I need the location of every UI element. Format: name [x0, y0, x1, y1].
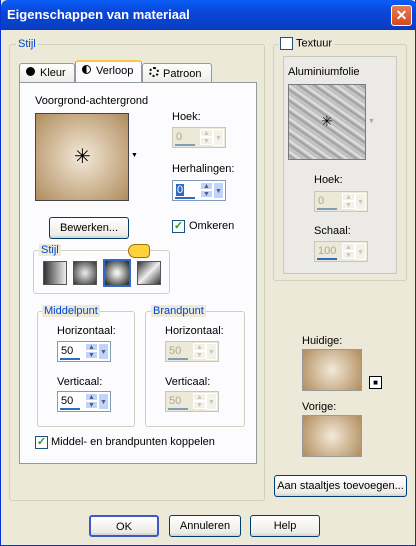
previous-swatch[interactable]: [302, 415, 362, 457]
angle-value: 0: [176, 131, 183, 143]
stepper-bar: [317, 258, 337, 260]
texture-label: Textuur: [296, 37, 333, 50]
invert-checkbox[interactable]: ✓: [172, 220, 185, 233]
add-to-swatches-button[interactable]: Aan staaltjes toevoegen...: [274, 475, 407, 497]
focal-group-title: Brandpunt: [151, 305, 206, 317]
tab-kleur[interactable]: Kleur: [19, 63, 75, 83]
gradient-label: Voorgrond-achtergrond: [35, 95, 149, 107]
angle-stepper[interactable]: 0 ▲ ▼ ▼: [172, 127, 226, 148]
close-button[interactable]: ✕: [391, 5, 412, 26]
gradient-preview[interactable]: ✳: [35, 113, 129, 201]
stepper-bar: [168, 358, 188, 360]
hand-pointer-icon: [128, 244, 150, 258]
stepper-arrows: ▲ ▼ ▼: [200, 182, 224, 199]
half-circle-icon: [82, 65, 91, 74]
center-h-label: Horizontaal:: [57, 325, 116, 337]
center-v-stepper[interactable]: 50 ▲ ▼ ▼: [57, 391, 111, 412]
edit-button[interactable]: Bewerken...: [49, 217, 129, 239]
stepper-arrows: ▲ ▼ ▼: [85, 343, 109, 360]
texture-header: Textuur: [278, 37, 335, 50]
texture-angle-value: 0: [318, 195, 325, 207]
tab-verloop[interactable]: Verloop: [75, 60, 142, 82]
center-h-value: 50: [61, 345, 74, 357]
stepper-bar: [175, 144, 195, 146]
link-points-label: Middel- en brandpunten koppelen: [51, 436, 215, 448]
texture-scale-value: 100: [318, 245, 337, 257]
filled-circle-icon: [26, 67, 35, 76]
repeats-value: 0: [176, 184, 185, 196]
stepper-bar: [60, 358, 80, 360]
texture-name: Aluminiumfolie: [288, 66, 360, 78]
stepper-arrows: ▲ ▼ ▼: [200, 129, 224, 146]
focal-v-stepper[interactable]: 50 ▲ ▼ ▼: [165, 391, 219, 412]
stepper-bar: [317, 208, 337, 210]
style-type-title: Stijl: [39, 244, 61, 256]
focal-h-value: 50: [169, 345, 182, 357]
center-v-label: Verticaal:: [57, 376, 103, 388]
focal-h-label: Horizontaal:: [165, 325, 224, 337]
title-bar: Eigenschappen van materiaal ✕: [1, 0, 416, 30]
tab-label: Patroon: [163, 68, 202, 80]
stepper-arrows: ▲ ▼ ▼: [342, 193, 366, 210]
texture-angle-stepper[interactable]: 0 ▲ ▼ ▼: [314, 191, 368, 212]
center-group-title: Middelpunt: [42, 305, 100, 317]
help-button[interactable]: Help: [250, 515, 320, 537]
stepper-arrows: ▲ ▼ ▼: [193, 393, 217, 410]
gradient-dropdown-arrow[interactable]: ▼: [131, 152, 138, 159]
linear-style-icon[interactable]: [43, 261, 67, 285]
tab-label: Verloop: [96, 65, 134, 77]
angle-label: Hoek:: [172, 111, 201, 123]
texture-preview[interactable]: ✳: [288, 84, 366, 160]
center-v-value: 50: [61, 395, 74, 407]
current-label: Huidige:: [302, 335, 343, 347]
texture-cross-icon: ✳: [321, 113, 333, 129]
stepper-arrows: ▲ ▼ ▼: [193, 343, 217, 360]
window-title: Eigenschappen van materiaal: [7, 7, 190, 22]
stepper-bar: [168, 408, 188, 410]
tab-label: Kleur: [40, 67, 66, 79]
cancel-button[interactable]: Annuleren: [169, 515, 241, 537]
tab-patroon[interactable]: Patroon: [142, 63, 212, 83]
texture-angle-label: Hoek:: [314, 174, 343, 186]
radial-style-icon[interactable]: [103, 259, 131, 287]
texture-scale-label: Schaal:: [314, 225, 351, 237]
repeats-stepper[interactable]: 0 ▲ ▼ ▼: [172, 180, 226, 201]
stepper-arrows: ▲ ▼ ▼: [342, 243, 366, 260]
current-swatch[interactable]: [302, 349, 362, 391]
repeats-label: Herhalingen:: [172, 163, 235, 175]
texture-dropdown-arrow[interactable]: ▼: [368, 118, 375, 125]
ok-button[interactable]: OK: [89, 515, 159, 537]
center-h-stepper[interactable]: 50 ▲ ▼ ▼: [57, 341, 111, 362]
previous-label: Vorige:: [302, 401, 337, 413]
style-group-title: Stijl: [16, 38, 38, 50]
swap-icon[interactable]: ■: [369, 376, 382, 389]
texture-scale-stepper[interactable]: 100 ▲ ▼ ▼: [314, 241, 368, 262]
stepper-bar: [60, 408, 80, 410]
invert-label: Omkeren: [189, 220, 235, 232]
center-cross-icon: ✳: [74, 146, 91, 168]
stepper-arrows: ▲ ▼ ▼: [85, 393, 109, 410]
focal-v-value: 50: [169, 395, 182, 407]
stepper-bar: [175, 197, 195, 199]
focal-v-label: Verticaal:: [165, 376, 211, 388]
sunburst-style-icon[interactable]: [137, 261, 161, 285]
pattern-icon: [149, 67, 159, 77]
rectangular-style-icon[interactable]: [73, 261, 97, 285]
link-points-checkbox[interactable]: ✓: [35, 436, 48, 449]
dialog-window: Eigenschappen van materiaal ✕ Stijl Kleu…: [0, 0, 416, 546]
focal-h-stepper[interactable]: 50 ▲ ▼ ▼: [165, 341, 219, 362]
texture-checkbox[interactable]: [280, 37, 293, 50]
